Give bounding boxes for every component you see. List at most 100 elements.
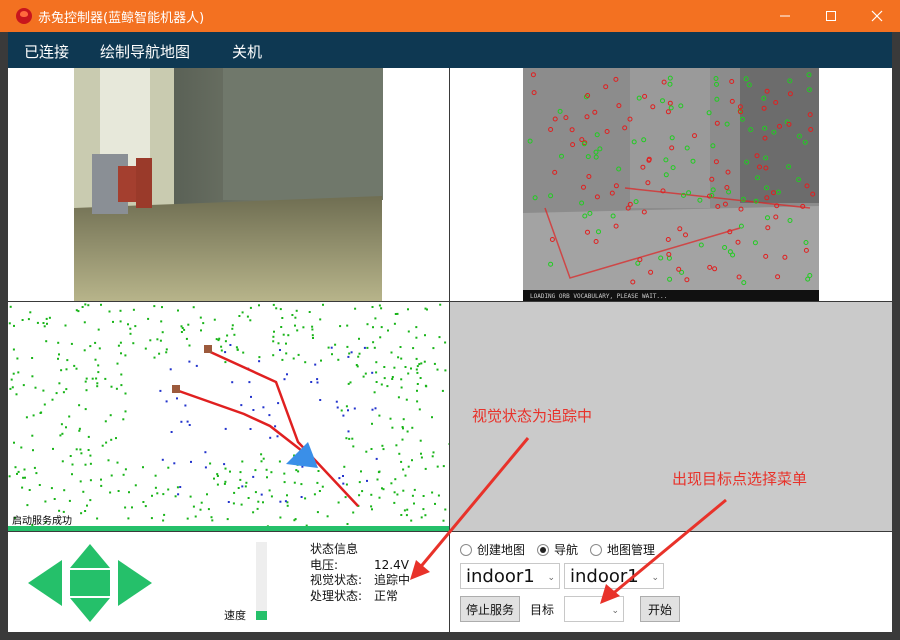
map-point: [154, 474, 157, 477]
map-point: [283, 481, 286, 484]
map-point: [416, 383, 419, 385]
map-point: [129, 332, 132, 335]
map-point: [411, 426, 414, 429]
map-point: [281, 358, 284, 361]
map-point: [117, 490, 120, 492]
map-point: [374, 407, 377, 410]
camera-view-right: LOADING ORB VOCABULARY, PLEASE WAIT...: [450, 68, 892, 301]
map-point: [308, 311, 311, 313]
map-point: [304, 361, 307, 364]
map-point: [36, 321, 39, 324]
arrow-up-button[interactable]: [70, 544, 110, 568]
map-point: [405, 514, 408, 517]
map-point: [233, 491, 236, 494]
map-point: [195, 364, 198, 367]
map-point: [183, 328, 186, 331]
target-select[interactable]: ⌄: [564, 596, 624, 622]
map-point: [342, 482, 345, 485]
radio-navigation-label[interactable]: 导航: [554, 541, 578, 558]
map-select-1[interactable]: indoor1 ⌄: [460, 563, 560, 589]
map-status-bar: [8, 526, 449, 531]
map-point: [284, 500, 287, 503]
map-point: [420, 362, 423, 365]
map-point: [396, 493, 399, 496]
radio-map-management-label[interactable]: 地图管理: [607, 541, 655, 558]
navigation-map[interactable]: 启动服务成功: [8, 302, 449, 531]
direction-pad: [28, 544, 152, 622]
map-point: [252, 511, 255, 514]
chevron-down-icon: ⌄: [651, 573, 659, 583]
map-point: [416, 371, 419, 374]
map-point: [334, 343, 337, 346]
map-point: [12, 372, 15, 375]
map-point: [295, 309, 298, 312]
map-point: [210, 516, 213, 519]
map-point: [371, 408, 374, 411]
map-point: [372, 326, 374, 329]
map-point: [70, 342, 73, 345]
menu-draw-nav-map[interactable]: 绘制导航地图: [100, 41, 190, 62]
radio-create-map-label[interactable]: 创建地图: [477, 541, 525, 558]
map-point: [149, 339, 152, 342]
map-point: [160, 320, 163, 323]
menu-shutdown[interactable]: 关机: [232, 41, 262, 62]
map-point: [358, 494, 361, 497]
map-point: [380, 383, 383, 386]
map-point: [169, 368, 172, 371]
map-point: [116, 362, 119, 365]
arrow-left-button[interactable]: [28, 560, 62, 606]
map-point: [78, 404, 81, 407]
radio-navigation[interactable]: [537, 543, 550, 556]
map-point: [71, 463, 74, 466]
map-point: [124, 354, 127, 357]
map-point: [75, 309, 78, 312]
map-point: [416, 389, 418, 392]
map-point: [424, 384, 427, 387]
map-point: [413, 488, 416, 491]
map-canvas[interactable]: [8, 302, 449, 528]
maximize-button[interactable]: [808, 0, 854, 32]
map-point: [224, 361, 227, 364]
center-pad-button[interactable]: [70, 570, 110, 596]
traveled-path: [175, 388, 307, 455]
map-point: [246, 315, 249, 318]
map-point: [337, 358, 340, 361]
map-point: [347, 430, 350, 433]
map-point: [442, 465, 445, 468]
map-point: [22, 384, 25, 387]
start-button[interactable]: 开始: [640, 596, 680, 622]
close-button[interactable]: [854, 0, 900, 32]
map-point: [416, 365, 419, 368]
menu-connected[interactable]: 已连接: [24, 41, 69, 62]
map-point: [311, 325, 314, 328]
map-point: [393, 322, 396, 325]
map-point: [232, 502, 235, 505]
map-point: [342, 414, 345, 417]
minimize-button[interactable]: [762, 0, 808, 32]
speed-gauge[interactable]: [256, 542, 267, 620]
map-point: [83, 321, 86, 324]
map-point: [423, 360, 426, 363]
map-select-2[interactable]: indoor1 ⌄: [564, 563, 664, 589]
map-point: [127, 517, 130, 520]
map-point: [294, 518, 297, 521]
map-point: [371, 422, 373, 425]
map-point: [434, 502, 436, 505]
map-point: [174, 495, 177, 498]
map-point: [266, 476, 268, 479]
arrow-right-button[interactable]: [118, 560, 152, 606]
map-point: [13, 324, 15, 327]
map-point: [393, 501, 396, 504]
arrow-down-button[interactable]: [70, 598, 110, 622]
map-point: [224, 427, 227, 430]
map-point: [192, 306, 195, 309]
radio-create-map[interactable]: [460, 543, 472, 556]
map-point: [424, 467, 427, 470]
map-point: [400, 460, 403, 463]
radio-map-management[interactable]: [590, 543, 603, 556]
map-point: [119, 309, 122, 312]
map-point: [249, 306, 252, 309]
stop-service-button[interactable]: 停止服务: [460, 596, 520, 622]
map-point: [134, 325, 137, 328]
map-point: [161, 331, 164, 334]
